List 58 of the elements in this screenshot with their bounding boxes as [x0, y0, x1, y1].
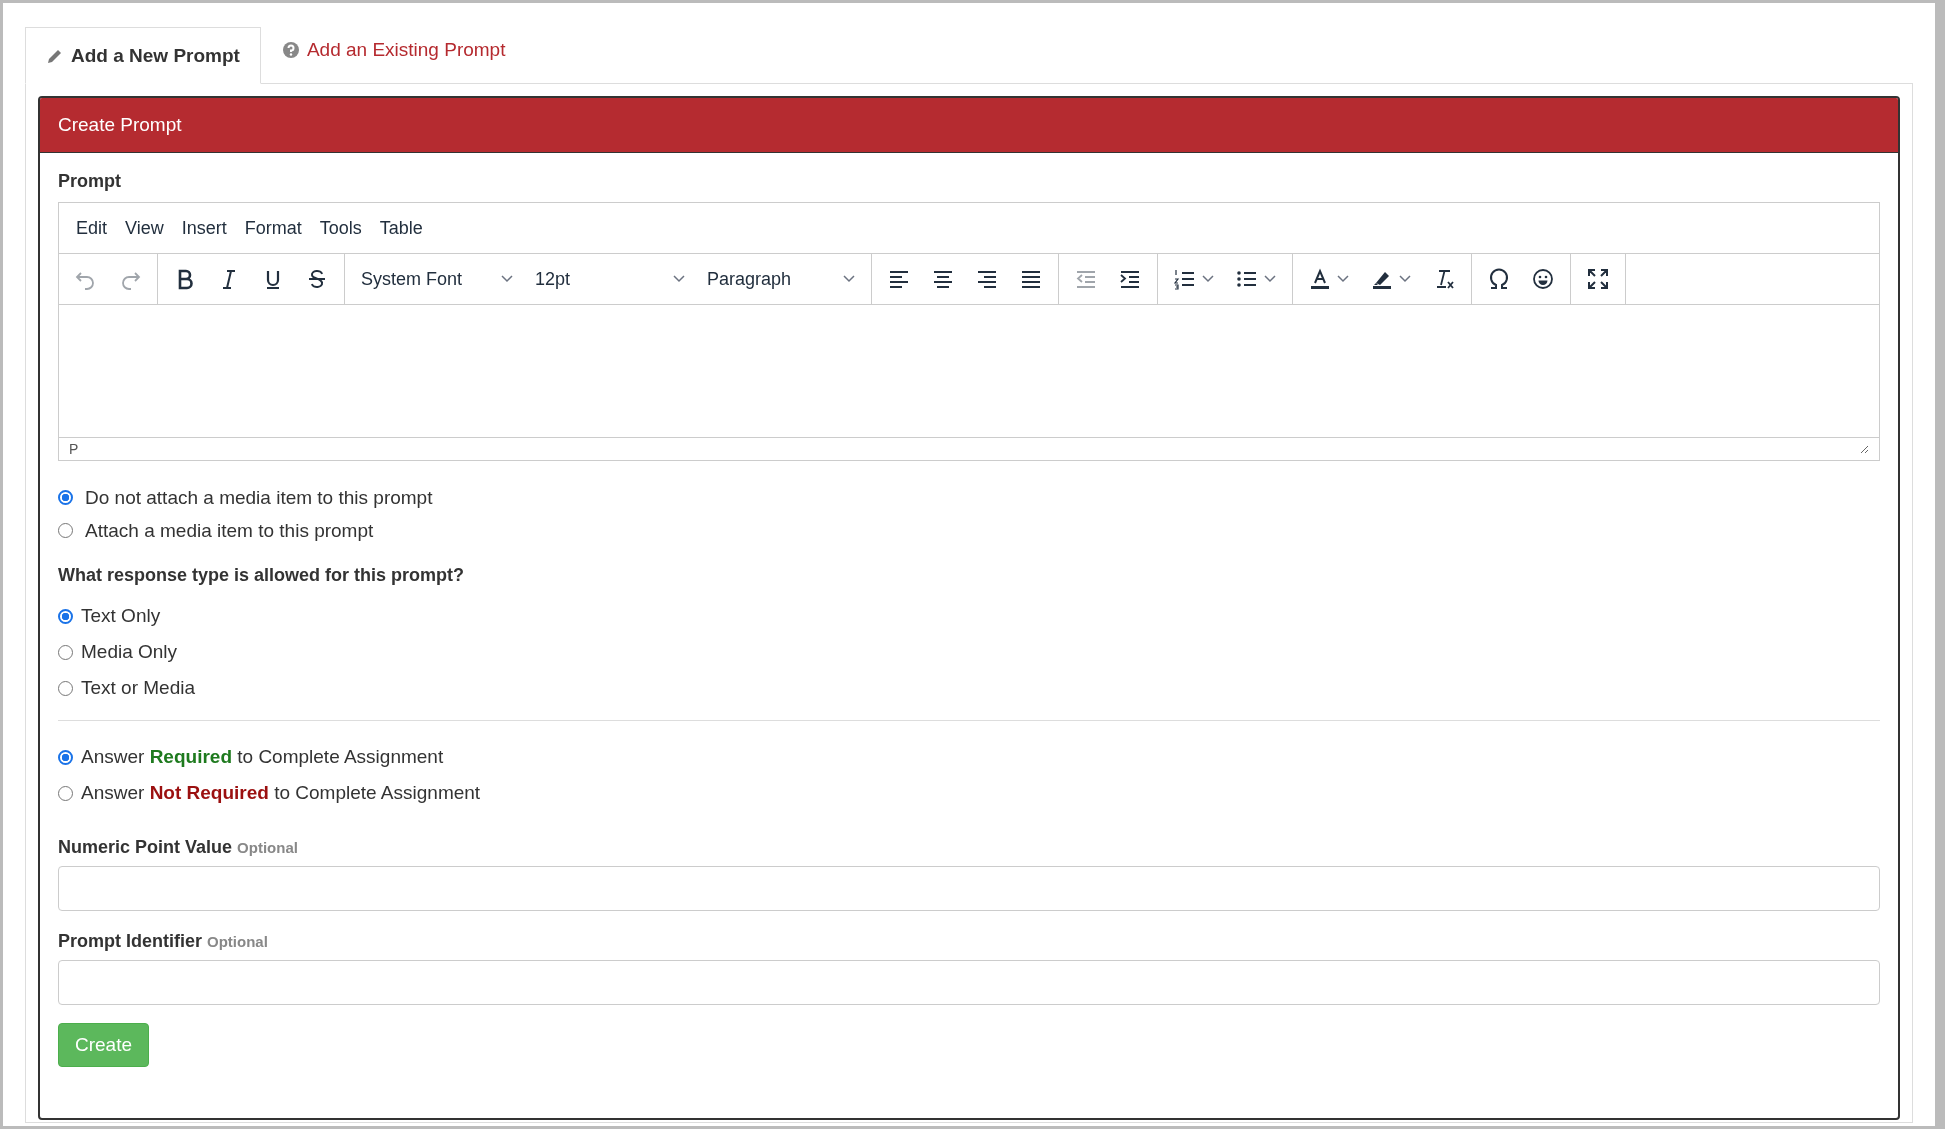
- fullscreen-icon: [1587, 268, 1609, 290]
- chevron-down-icon: [1264, 275, 1276, 283]
- outdent-icon: [1075, 268, 1097, 290]
- resize-handle-icon[interactable]: [1859, 444, 1869, 454]
- menu-item[interactable]: Format: [237, 213, 309, 243]
- justify-icon: [1020, 268, 1042, 290]
- radio-label: Text Only: [81, 605, 161, 627]
- tab[interactable]: Add an Existing Prompt: [260, 27, 527, 83]
- indent-icon: [1119, 268, 1141, 290]
- menu-item[interactable]: Table: [372, 213, 430, 243]
- question-circle-icon: [281, 41, 300, 59]
- radio-label: Text or Media: [81, 677, 196, 699]
- emoji-icon: [1532, 268, 1554, 290]
- chevron-down-icon: [501, 275, 513, 283]
- menu-item[interactable]: Edit: [69, 213, 115, 243]
- radio-button[interactable]: [58, 608, 73, 624]
- omega-icon: [1488, 268, 1510, 290]
- radio-button[interactable]: [58, 785, 73, 801]
- strike-icon: [306, 268, 328, 290]
- text-input-field[interactable]: [58, 866, 1880, 911]
- element-path: P: [69, 441, 79, 457]
- radio-label: Media Only: [81, 641, 178, 663]
- chevron-down-icon: [843, 275, 855, 283]
- radio-button[interactable]: [58, 680, 73, 696]
- dropdown[interactable]: Paragraph: [697, 264, 865, 294]
- tab[interactable]: Add a New Prompt: [25, 27, 261, 84]
- radio-label: Answer Not Required to Complete Assignment: [81, 782, 481, 804]
- menu-item[interactable]: Insert: [174, 213, 234, 243]
- dropdown-value: System Font: [361, 268, 463, 290]
- field-label: Prompt Identifier Optional: [58, 931, 268, 952]
- radio-button[interactable]: [58, 749, 73, 765]
- chevron-down-icon: [1202, 275, 1214, 283]
- text-input-field[interactable]: [58, 960, 1880, 1005]
- panel-title: Create Prompt: [58, 114, 182, 136]
- chevron-down-icon: [1399, 275, 1411, 283]
- question-label: What response type is allowed for this prompt?: [58, 565, 465, 586]
- bullet-list-icon: [1236, 268, 1258, 290]
- radio-label: Answer Required to Complete Assignment: [81, 746, 444, 768]
- align-center-icon: [932, 268, 954, 290]
- chevron-down-icon: [1337, 275, 1349, 283]
- menu-item[interactable]: Tools: [312, 213, 369, 243]
- dropdown-value: 12pt: [535, 268, 571, 290]
- dropdown[interactable]: 12pt: [525, 264, 695, 294]
- align-left-icon: [888, 268, 910, 290]
- radio-button[interactable]: [58, 644, 73, 660]
- menu-item[interactable]: View: [118, 213, 171, 243]
- radio-button[interactable]: [58, 490, 73, 505]
- numbered-list-icon: [1174, 268, 1196, 290]
- chevron-down-icon: [673, 275, 685, 283]
- field-label: Prompt: [58, 171, 121, 192]
- radio-label: Attach a media item to this prompt: [85, 519, 374, 542]
- radio-label: Do not attach a media item to this prompt: [85, 486, 433, 509]
- align-right-icon: [976, 268, 998, 290]
- radio-button[interactable]: [58, 523, 73, 538]
- field-label: Numeric Point Value Optional: [58, 837, 298, 858]
- text-color-icon: [1309, 268, 1331, 290]
- dropdown-value: Paragraph: [707, 268, 792, 290]
- dropdown[interactable]: System Font: [351, 264, 523, 294]
